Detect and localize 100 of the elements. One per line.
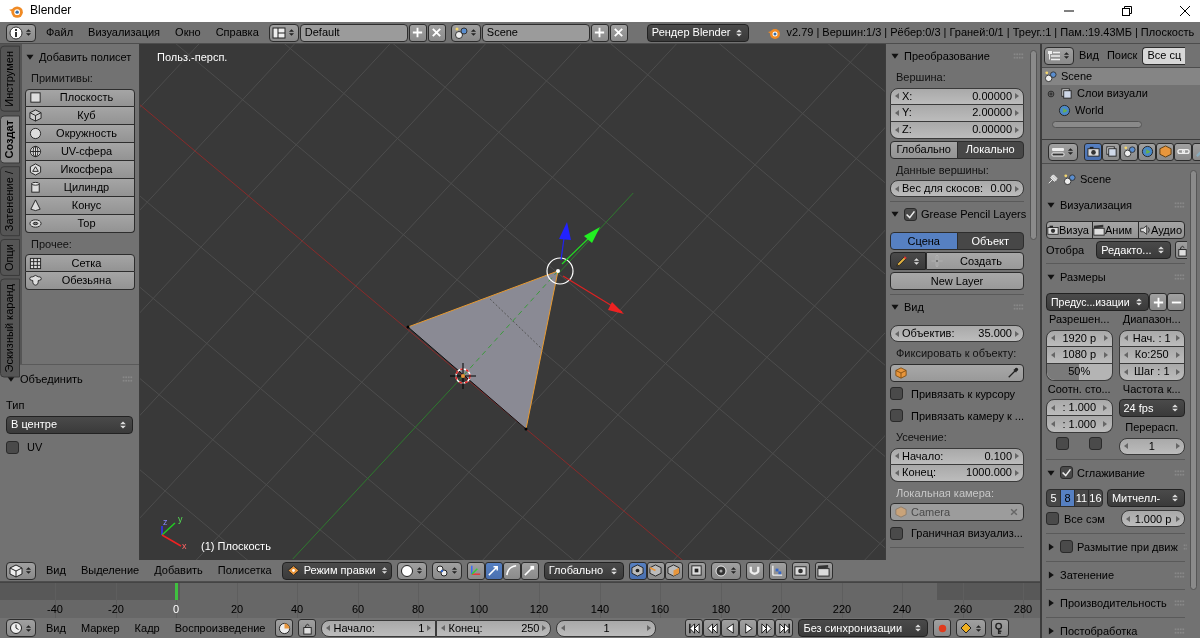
menu-item[interactable]: Выделение (75, 564, 145, 577)
pencil-dropdown[interactable] (890, 252, 926, 271)
add-button[interactable] (590, 23, 609, 42)
current-frame-field[interactable]: 1 (556, 619, 657, 637)
object-tab[interactable] (1156, 142, 1174, 161)
number-field[interactable]: Начало: 0.100 (890, 447, 1024, 465)
scene-selector-button[interactable] (450, 23, 481, 42)
editor-type-button[interactable] (6, 619, 36, 637)
next-keyframe-button[interactable] (757, 619, 776, 637)
editor-type-button[interactable] (1044, 46, 1074, 65)
face-select-button[interactable] (664, 561, 683, 580)
disclosure-triangle-icon[interactable] (1046, 541, 1056, 552)
scrollbar[interactable] (1030, 50, 1037, 240)
mode-dropdown[interactable]: Режим правки (281, 561, 392, 580)
menu-item[interactable]: Вид (41, 564, 71, 577)
checkbox[interactable] (1060, 466, 1073, 480)
tree-item[interactable]: Scene (1042, 68, 1200, 85)
number-field[interactable]: Объектив: 35.000 (890, 325, 1024, 343)
edge-select-button[interactable] (646, 561, 665, 580)
disclosure-triangle-icon[interactable] (1046, 200, 1056, 210)
remap-field[interactable]: 1 (1118, 437, 1185, 455)
delete-button[interactable] (427, 23, 446, 42)
layout-field[interactable]: Default (299, 23, 408, 42)
record-button[interactable] (933, 619, 952, 637)
editor-type-button[interactable] (6, 561, 36, 580)
menu-item[interactable]: Вид (41, 621, 71, 635)
new-layer-button[interactable]: New Layer (890, 272, 1024, 291)
sample-button[interactable]: 5 (1046, 488, 1061, 507)
tree-item[interactable]: Слои визуали (1042, 85, 1200, 102)
menu-item[interactable]: Визуализация (83, 26, 166, 39)
add-primitive-button[interactable]: Обезьяна (25, 272, 135, 291)
number-field[interactable]: 1920 р (1046, 329, 1113, 347)
sync-dropdown[interactable]: Без синхронизации (798, 619, 929, 637)
checkbox[interactable] (1046, 512, 1059, 526)
lock-frames-button[interactable] (298, 619, 317, 637)
checkbox[interactable] (6, 441, 19, 455)
toggle-button[interactable]: Глобально (890, 140, 958, 159)
animation-button[interactable]: Аним (1092, 221, 1139, 239)
number-field[interactable]: : 1.000 (1046, 399, 1113, 417)
shading-dropdown[interactable] (396, 561, 427, 580)
disclosure-triangle-icon[interactable] (1046, 625, 1056, 636)
display-dropdown[interactable]: Редакто... (1096, 241, 1171, 259)
render-button[interactable]: Визуа (1046, 221, 1093, 239)
render-tab[interactable] (1084, 142, 1102, 161)
fps-dropdown[interactable]: 24 fps (1118, 399, 1185, 418)
translate-manipulator-button[interactable] (484, 561, 503, 580)
jump-to-start-button[interactable] (685, 619, 704, 637)
add-button[interactable] (408, 23, 427, 42)
menu-item[interactable]: Вид (1076, 49, 1102, 62)
checkbox[interactable] (1089, 437, 1103, 451)
tree-item[interactable]: World (1042, 102, 1200, 119)
jump-to-end-button[interactable] (775, 619, 794, 637)
menu-item[interactable]: Воспроизведение (169, 621, 271, 635)
disclosure-triangle-icon[interactable] (1046, 569, 1056, 580)
delete-button[interactable] (609, 23, 628, 42)
toggle-button[interactable]: Сцена (890, 232, 958, 251)
menu-item[interactable]: Маркер (75, 621, 125, 635)
number-field[interactable]: Вес для скосов: 0.00 (890, 180, 1024, 198)
menu-item[interactable]: Справка (210, 26, 264, 39)
scene-field[interactable]: Scene (481, 23, 590, 42)
remove-preset-button[interactable] (1167, 293, 1185, 311)
menu-item[interactable]: Полисетка (212, 564, 277, 577)
proportional-edit-dropdown[interactable] (710, 561, 741, 580)
snap-element-button[interactable] (768, 561, 787, 580)
rotate-manipulator-button[interactable] (502, 561, 521, 580)
menu-item[interactable]: Окно (170, 26, 206, 39)
audio-button[interactable]: Аудио (1138, 221, 1185, 239)
type-dropdown[interactable]: В центре (6, 415, 133, 434)
constraints-tab[interactable] (1174, 142, 1192, 161)
scale-manipulator-button[interactable] (520, 561, 539, 580)
toggle-button[interactable]: Объект (956, 232, 1024, 251)
checkbox[interactable] (904, 207, 917, 221)
add-preset-button[interactable] (1149, 293, 1167, 311)
menu-item[interactable]: Добавить (149, 564, 208, 577)
checkbox[interactable] (890, 409, 903, 423)
object-field[interactable] (890, 363, 1024, 382)
play-reverse-button[interactable] (721, 619, 740, 637)
world-tab[interactable] (1138, 142, 1156, 161)
number-field[interactable]: X: 0.00000 (890, 87, 1024, 105)
create-button[interactable]: Создать (926, 252, 1024, 271)
editor-type-button[interactable] (6, 23, 36, 42)
number-field[interactable]: : 1.000 (1046, 416, 1113, 434)
current-frame-marker[interactable] (175, 583, 178, 600)
close-icon[interactable] (1178, 4, 1192, 18)
eyedropper-icon[interactable] (1007, 366, 1019, 379)
previous-keyframe-button[interactable] (703, 619, 722, 637)
expand-icon[interactable] (1046, 88, 1056, 99)
render-engine-dropdown[interactable]: Рендер Blender (646, 23, 750, 42)
play-button[interactable] (739, 619, 758, 637)
menu-item[interactable]: Файл (41, 26, 79, 39)
disclosure-triangle-icon[interactable] (1046, 597, 1056, 608)
start-frame-field[interactable]: Начало: 1 (321, 619, 437, 637)
number-field[interactable]: Нач. : 1 (1118, 329, 1185, 347)
snap-button[interactable] (745, 561, 764, 580)
scrollbar[interactable] (1190, 170, 1197, 590)
checkbox[interactable] (890, 387, 903, 401)
checkbox[interactable] (890, 526, 903, 540)
end-frame-field[interactable]: Конец: 250 (436, 619, 552, 637)
pivot-dropdown[interactable] (431, 561, 462, 580)
layers-tab[interactable] (1102, 142, 1120, 161)
